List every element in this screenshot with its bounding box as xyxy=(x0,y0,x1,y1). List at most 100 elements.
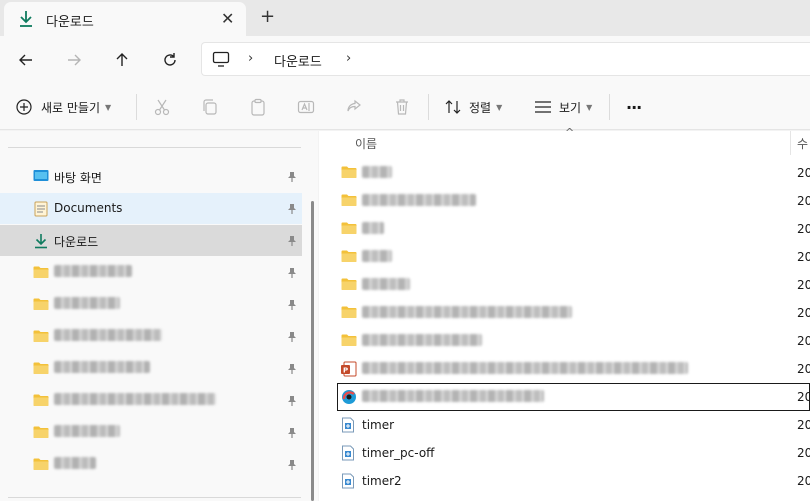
file-list: 이름 ^ 수 20 20 20 20 20 20 20 P 20 20 timer 20 timer_p… xyxy=(319,126,810,501)
folder-icon xyxy=(33,329,49,346)
sidebar-item-folder[interactable] xyxy=(0,353,302,384)
chevron-down-icon: ▼ xyxy=(105,102,112,112)
pin-icon[interactable] xyxy=(287,427,297,442)
column-name-header[interactable]: 이름 xyxy=(355,135,377,152)
powerpoint-icon: P xyxy=(341,361,357,380)
delete-icon[interactable] xyxy=(393,98,411,119)
breadcrumb-separator[interactable]: › xyxy=(346,51,351,66)
file-row[interactable]: P 20 xyxy=(337,355,810,383)
up-button[interactable] xyxy=(110,48,134,72)
file-row[interactable]: 20 xyxy=(337,215,810,243)
folder-icon xyxy=(33,361,49,378)
chevron-down-icon: ▼ xyxy=(586,102,593,112)
arrow-up-icon xyxy=(116,53,128,66)
sidebar-item-folder[interactable] xyxy=(0,289,302,320)
tab-title: 다운로드 xyxy=(46,15,94,30)
file-row[interactable]: timer_pc-off 20 xyxy=(337,439,810,467)
file-date: 20 xyxy=(797,334,810,348)
file-name: timer2 xyxy=(362,474,402,488)
file-date: 20 xyxy=(797,362,810,376)
share-icon[interactable] xyxy=(345,98,363,119)
file-date: 20 xyxy=(797,474,810,488)
file-date: 20 xyxy=(797,166,810,180)
file-date: 20 xyxy=(797,306,810,320)
file-date: 20 xyxy=(797,390,810,404)
folder-icon xyxy=(341,305,357,322)
file-row[interactable]: timer2 20 xyxy=(337,467,810,495)
pin-icon[interactable] xyxy=(287,459,297,474)
command-bar: 새로 만들기 ▼ 정렬 ▼ 보기 ▼ ··· xyxy=(0,84,810,130)
pin-icon[interactable] xyxy=(287,203,297,218)
forward-button[interactable] xyxy=(62,48,86,72)
file-date: 20 xyxy=(797,278,810,292)
nav-scrollbar[interactable] xyxy=(311,201,314,501)
breadcrumb-downloads[interactable]: 다운로드 xyxy=(274,51,322,70)
sort-button[interactable]: 정렬 ▼ xyxy=(444,93,502,121)
folder-icon xyxy=(341,277,357,294)
desktop-icon xyxy=(33,169,49,186)
file-row[interactable]: 20 xyxy=(337,271,810,299)
paste-icon[interactable] xyxy=(249,98,267,119)
more-options-button[interactable]: ··· xyxy=(626,93,642,121)
pin-icon[interactable] xyxy=(287,331,297,346)
file-row[interactable]: 20 xyxy=(337,187,810,215)
new-button[interactable]: 새로 만들기 ▼ xyxy=(16,93,111,121)
file-row[interactable]: 20 xyxy=(337,383,810,411)
arrow-left-icon xyxy=(19,54,32,66)
pin-icon[interactable] xyxy=(287,235,297,250)
column-header: 이름 ^ 수 xyxy=(319,126,810,155)
pin-icon[interactable] xyxy=(287,299,297,314)
file-row[interactable]: 20 xyxy=(337,327,810,355)
sidebar-item-folder[interactable] xyxy=(0,385,302,416)
sidebar-item-desktop[interactable]: 바탕 화면 xyxy=(0,161,302,192)
tab-downloads[interactable]: 다운로드 ✕ xyxy=(4,2,246,36)
divider xyxy=(136,94,137,120)
view-button[interactable]: 보기 ▼ xyxy=(534,93,592,121)
redacted-filename xyxy=(362,250,392,265)
sort-ascending-icon: ^ xyxy=(565,126,575,139)
file-name: timer xyxy=(362,418,395,432)
pin-icon[interactable] xyxy=(287,171,297,186)
pin-icon[interactable] xyxy=(287,267,297,282)
sort-label: 정렬 xyxy=(469,100,492,115)
sidebar-item-folder[interactable] xyxy=(0,257,302,288)
redacted-label xyxy=(54,329,162,344)
file-row[interactable]: 20 xyxy=(337,159,810,187)
sidebar-item-downloads[interactable]: 다운로드 xyxy=(0,225,302,256)
redacted-filename xyxy=(362,306,572,321)
sidebar-item-documents[interactable]: Documents xyxy=(0,193,302,224)
svg-text:P: P xyxy=(343,367,348,375)
executable-icon xyxy=(341,417,355,436)
sidebar-item-folder[interactable] xyxy=(0,417,302,448)
folder-icon xyxy=(33,457,49,474)
address-bar[interactable]: › 다운로드 › xyxy=(201,42,810,76)
app-icon xyxy=(341,389,357,408)
breadcrumb-separator[interactable]: › xyxy=(248,51,253,66)
close-icon[interactable]: ✕ xyxy=(221,9,234,28)
refresh-button[interactable] xyxy=(158,48,182,72)
file-row[interactable]: timer 20 xyxy=(337,411,810,439)
file-row[interactable]: 20 xyxy=(337,243,810,271)
tab-strip: 다운로드 ✕ + xyxy=(0,0,810,36)
folder-icon xyxy=(33,297,49,314)
sidebar-item-folder[interactable] xyxy=(0,321,302,352)
folder-icon xyxy=(341,165,357,182)
copy-icon[interactable] xyxy=(201,98,219,119)
pin-icon[interactable] xyxy=(287,395,297,410)
cut-icon[interactable] xyxy=(153,98,171,119)
download-icon xyxy=(33,233,49,252)
computer-icon[interactable] xyxy=(212,51,230,70)
pin-icon[interactable] xyxy=(287,363,297,378)
folder-icon xyxy=(33,425,49,442)
rename-icon[interactable] xyxy=(297,98,315,119)
back-button[interactable] xyxy=(14,48,38,72)
folder-icon xyxy=(341,193,357,210)
sidebar-item-folder[interactable] xyxy=(0,449,302,480)
divider xyxy=(8,147,301,148)
file-row[interactable]: 20 xyxy=(337,299,810,327)
redacted-filename xyxy=(362,278,410,293)
column-date-header[interactable]: 수 xyxy=(797,135,808,152)
column-divider[interactable] xyxy=(790,131,791,155)
new-tab-button[interactable]: + xyxy=(260,6,275,27)
redacted-label xyxy=(54,393,216,408)
